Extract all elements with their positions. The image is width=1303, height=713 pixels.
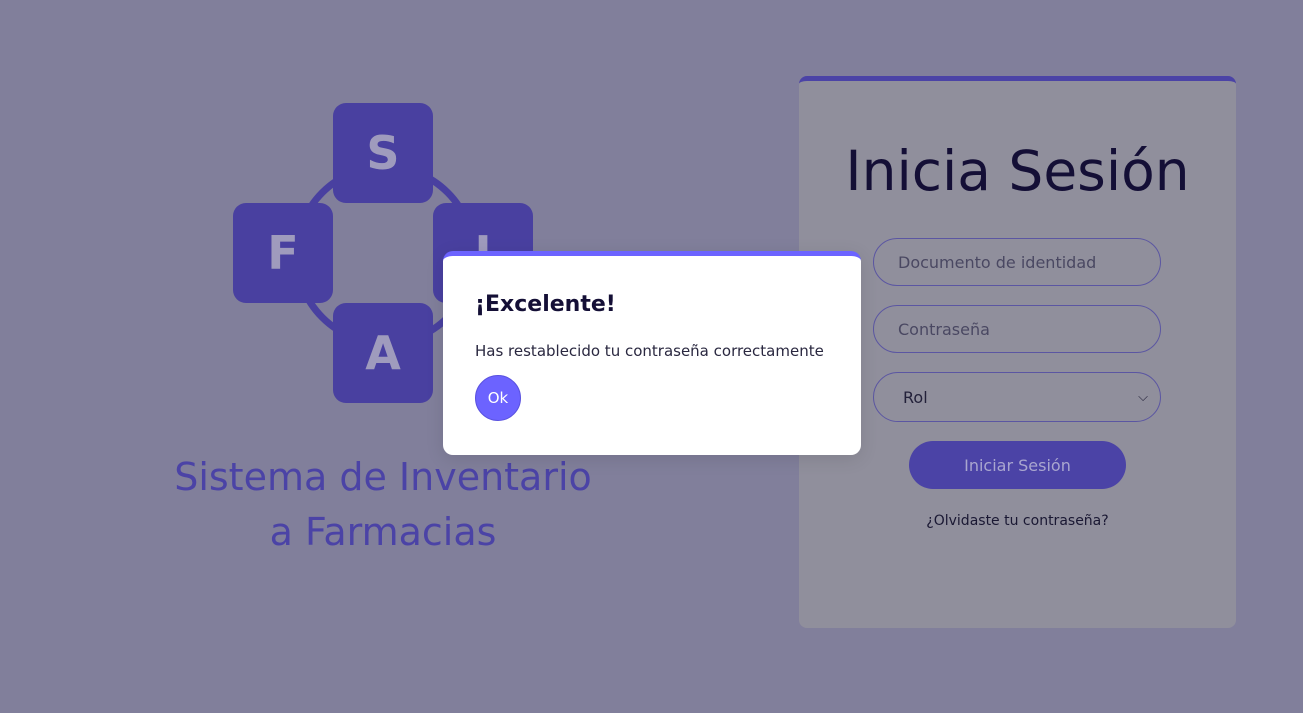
logo-tile-s: S [333,103,433,203]
role-select[interactable]: Rol ⌵ [873,372,1161,422]
logo-tile-a: A [333,303,433,403]
logo-tile-f: F [233,203,333,303]
login-button[interactable]: Iniciar Sesión [909,441,1126,489]
logo-letter-s: S [366,126,400,180]
login-title: Inicia Sesión [845,139,1190,203]
document-input[interactable] [873,238,1161,286]
brand-title-line-2: a Farmacias [269,510,497,554]
chevron-down-icon: ⌵ [1138,389,1148,405]
brand-title: Sistema de Inventario a Farmacias [133,450,633,560]
ok-button-label: Ok [487,389,509,407]
brand-title-line-1: Sistema de Inventario [174,455,592,499]
logo-letter-f: F [267,226,299,280]
forgot-password-link[interactable]: ¿Olvidaste tu contraseña? [799,513,1236,529]
success-dialog: ¡Excelente! Has restablecido tu contrase… [443,251,861,455]
dialog-title: ¡Excelente! [475,292,616,317]
dialog-message: Has restablecido tu contraseña correctam… [475,342,824,360]
login-card: Inicia Sesión Rol ⌵ Iniciar Sesión ¿Olvi… [799,76,1236,628]
role-select-value: Rol [903,387,928,407]
password-input[interactable] [873,305,1161,353]
ok-button[interactable]: Ok [475,375,521,421]
logo-letter-a: A [365,326,401,380]
